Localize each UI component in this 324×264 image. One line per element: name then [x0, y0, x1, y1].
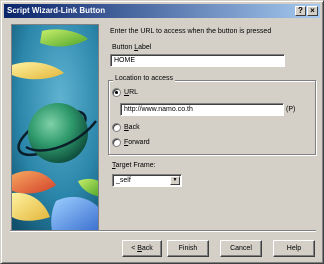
target-frame-label-rest: arget Frame: [115, 162, 156, 169]
url-radio-label: URL [124, 89, 138, 96]
close-icon[interactable]: × [307, 6, 318, 16]
help-icon[interactable]: ? [295, 6, 306, 16]
footer-separator [10, 230, 316, 232]
forward-radio[interactable] [112, 138, 121, 147]
url-radio-label-rest: RL [129, 89, 139, 96]
finish-button[interactable]: Finish [167, 240, 209, 257]
forward-radio-label: Forward [124, 139, 150, 146]
wizard-globe-graphic [11, 24, 99, 231]
back-radio-label-rest: ack [128, 124, 140, 131]
button-label-caption: Button Label [112, 44, 151, 51]
target-frame-label: Target Frame: [112, 162, 156, 169]
url-radio[interactable] [112, 88, 121, 97]
intro-text: Enter the URL to access when the button … [110, 28, 272, 35]
back-button[interactable]: < Back [122, 240, 162, 257]
button-label-input[interactable]: HOME [110, 54, 285, 67]
wizard-globe-illustration [12, 25, 98, 230]
url-input[interactable]: http://www.namo.co.th [120, 103, 284, 116]
back-button-rest: ack [141, 245, 153, 252]
url-field-suffix: (P) [286, 106, 296, 113]
back-radio[interactable] [112, 123, 121, 132]
button-label-caption-suffix: abel [138, 44, 152, 51]
button-label-caption-prefix: Button [112, 44, 135, 51]
cancel-button[interactable]: Cancel [220, 240, 262, 257]
title-bar[interactable]: Script Wizard-Link Button ? × [4, 4, 320, 18]
wizard-window: Script Wizard-Link Button ? × Enter the … [0, 0, 324, 264]
target-frame-value: _self [116, 177, 131, 184]
dropdown-arrow-icon[interactable]: ▼ [170, 176, 180, 185]
help-button[interactable]: Help [273, 240, 315, 257]
forward-radio-label-rest: orward [128, 139, 150, 146]
window-title: Script Wizard-Link Button [7, 6, 106, 15]
target-frame-select[interactable]: _self ▼ [112, 174, 182, 187]
location-group-title: Location to access [113, 75, 175, 82]
back-radio-label: Back [124, 124, 140, 131]
